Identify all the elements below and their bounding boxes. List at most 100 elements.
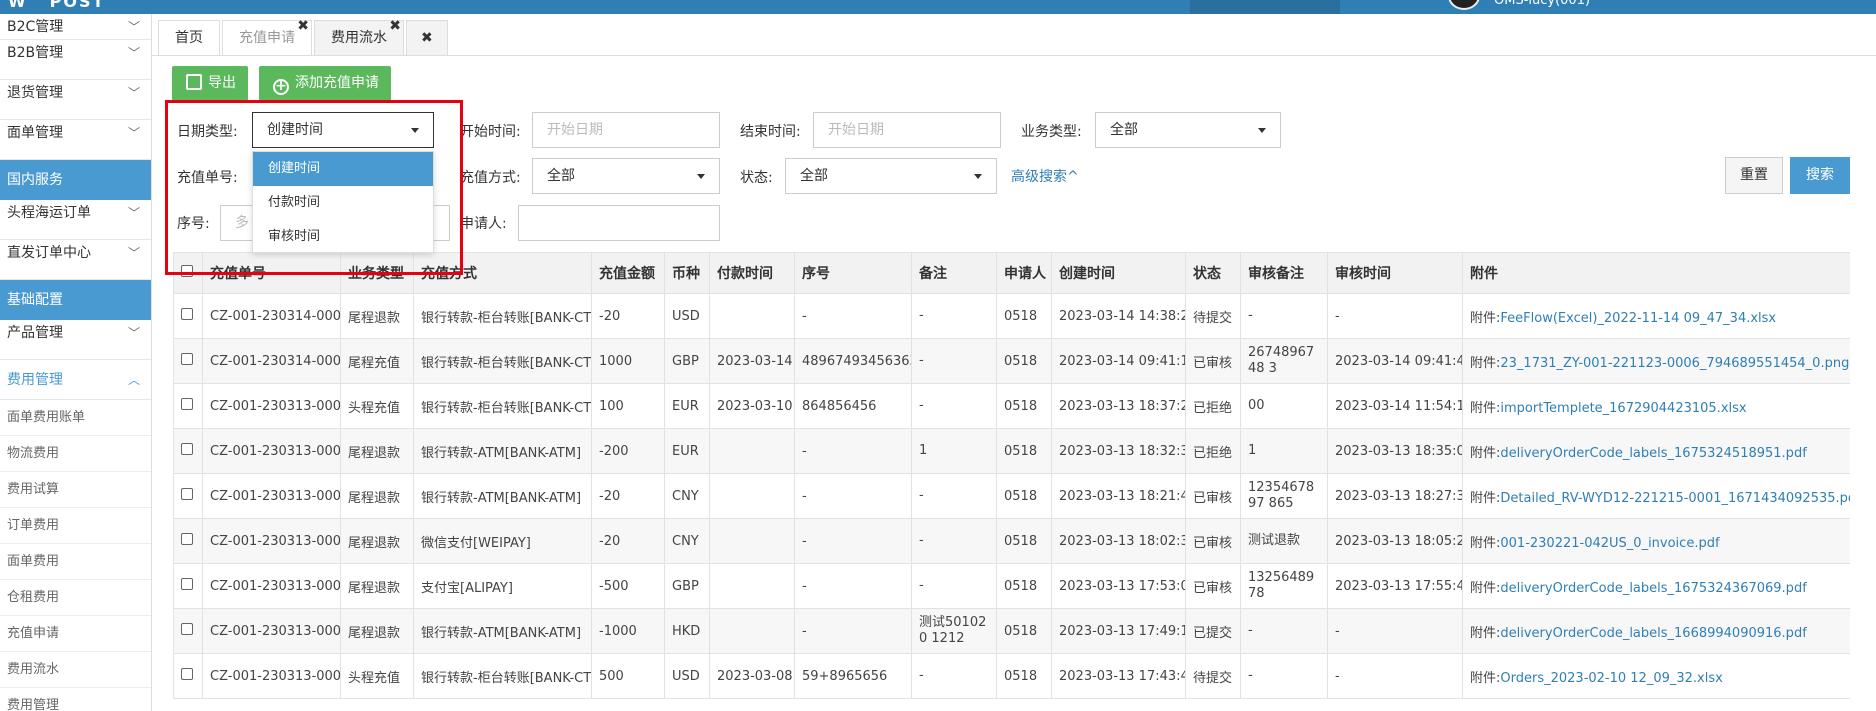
- attachment-link[interactable]: 23_1731_ZY-001-221123-0006_794689551454_…: [1500, 356, 1849, 371]
- attachment-link[interactable]: FeeFlow(Excel)_2022-11-14 09_47_34.xlsx: [1500, 311, 1776, 326]
- cell-applicant: 0518: [996, 428, 1052, 474]
- dropdown-option-paid[interactable]: 付款时间: [253, 186, 433, 220]
- row-select-cell[interactable]: [173, 518, 203, 564]
- row-select-cell[interactable]: [173, 653, 203, 699]
- table-row[interactable]: CZ-001-230313-0006 尾程退款 银行转款-ATM[BANK-ATM]…: [173, 473, 1850, 519]
- tab-home[interactable]: 首页: [158, 20, 220, 55]
- sidebar-sub-item[interactable]: 费用试算: [0, 472, 151, 508]
- add-recharge-button[interactable]: + 添加充值申请: [259, 66, 391, 101]
- caret-down-icon: [974, 174, 982, 179]
- column-header: 备注: [911, 252, 997, 294]
- row-checkbox[interactable]: [181, 623, 193, 635]
- row-checkbox[interactable]: [181, 668, 193, 680]
- sidebar-sub-item[interactable]: 物流费用: [0, 436, 151, 472]
- sidebar-item-b2c[interactable]: B2C管理 ﹀: [0, 14, 151, 40]
- row-checkbox[interactable]: [181, 398, 193, 410]
- end-date-input[interactable]: 开始日期: [813, 112, 1001, 148]
- sidebar-sub-item[interactable]: 费用管理: [0, 688, 151, 711]
- table-row[interactable]: CZ-001-230313-0008 头程充值 银行转款-柜台转账[BANK-CT]…: [173, 383, 1850, 429]
- dropdown-option-audited[interactable]: 审核时间: [253, 220, 433, 254]
- sidebar-section-domestic[interactable]: 国内服务: [0, 160, 151, 200]
- close-all-tabs-button[interactable]: ✖: [406, 20, 448, 55]
- row-select-cell[interactable]: [173, 293, 203, 339]
- user-name[interactable]: OMS-lucy(001): [1494, 0, 1590, 8]
- select-all-cell[interactable]: [173, 252, 203, 294]
- attachment-link[interactable]: 001-230221-042US_0_invoice.pdf: [1500, 536, 1719, 551]
- start-date-input[interactable]: 开始日期: [532, 112, 720, 148]
- close-icon[interactable]: ✖: [297, 9, 309, 44]
- sidebar-item-labels[interactable]: 面单管理 ﹀: [0, 120, 151, 160]
- cell-audit-remark: -: [1240, 653, 1328, 699]
- column-header: 状态: [1185, 252, 1241, 294]
- table-row[interactable]: CZ-001-230313-0004 尾程退款 支付宝[ALIPAY] -500 GBP…: [173, 563, 1850, 609]
- advanced-search-link[interactable]: 高级搜索^: [1011, 166, 1079, 186]
- method-select[interactable]: 全部: [532, 158, 720, 194]
- cell-seq: -: [794, 518, 912, 564]
- dropdown-option-created[interactable]: 创建时间: [253, 152, 433, 186]
- row-select-cell[interactable]: [173, 608, 203, 654]
- status-select[interactable]: 全部: [785, 158, 997, 194]
- content-divider: [152, 55, 1876, 56]
- search-button[interactable]: 搜索: [1790, 157, 1850, 194]
- sidebar-item-b2b[interactable]: B2B管理 ﹀: [0, 40, 151, 80]
- export-button[interactable]: 导出: [172, 66, 248, 101]
- attachment-link[interactable]: Orders_2023-02-10 12_09_32.xlsx: [1500, 671, 1722, 686]
- export-icon: [186, 74, 202, 90]
- row-checkbox[interactable]: [181, 353, 193, 365]
- row-select-cell[interactable]: [173, 428, 203, 474]
- sidebar-item-fees[interactable]: 费用管理 ︿: [0, 360, 151, 400]
- select-all-checkbox[interactable]: [181, 265, 193, 277]
- chevron-down-icon: ﹀: [127, 326, 140, 340]
- sidebar-section-config[interactable]: 基础配置: [0, 280, 151, 320]
- avatar[interactable]: [1448, 0, 1480, 10]
- attachment-link[interactable]: importTemplete_1672904423105.xlsx: [1500, 401, 1746, 416]
- plus-circle-icon: +: [273, 79, 289, 95]
- sidebar-sub-item[interactable]: 订单费用: [0, 508, 151, 544]
- table-row[interactable]: CZ-001-230313-0005 尾程退款 微信支付[WEIPAY] -20 CNY…: [173, 518, 1850, 564]
- row-checkbox[interactable]: [181, 308, 193, 320]
- sidebar-item-returns[interactable]: 退货管理 ﹀: [0, 80, 151, 120]
- top-nav-active-tab[interactable]: [1190, 0, 1340, 14]
- row-checkbox[interactable]: [181, 533, 193, 545]
- reset-button[interactable]: 重置: [1725, 157, 1783, 194]
- table-row[interactable]: CZ-001-230314-0002 尾程退款 银行转款-柜台转账[BANK-CT]…: [173, 293, 1850, 339]
- cell-audit-time: 2023-03-13 18:35:00: [1327, 428, 1463, 474]
- row-select-cell[interactable]: [173, 563, 203, 609]
- sidebar-sub-item[interactable]: 面单费用: [0, 544, 151, 580]
- table-row[interactable]: CZ-001-230314-0001 尾程充值 银行转款-柜台转账[BANK-CT]…: [173, 338, 1850, 384]
- attachment-link[interactable]: deliveryOrderCode_labels_1668994090916.p…: [1500, 626, 1806, 641]
- attachment-link[interactable]: deliveryOrderCode_labels_1675324518951.p…: [1500, 446, 1806, 461]
- sidebar-sub-item[interactable]: 充值申请: [0, 616, 151, 652]
- cell-currency: EUR: [664, 383, 710, 429]
- sidebar-item-direct-orders[interactable]: 直发订单中心 ﹀: [0, 240, 151, 280]
- tab-fee-flow[interactable]: 费用流水 ✖: [314, 18, 404, 55]
- applicant-label: 申请人:: [460, 216, 507, 232]
- row-checkbox[interactable]: [181, 578, 193, 590]
- sidebar-sub-item[interactable]: 仓租费用: [0, 580, 151, 616]
- sidebar-item-sea-orders[interactable]: 头程海运订单 ﹀: [0, 200, 151, 240]
- close-icon[interactable]: ✖: [389, 9, 401, 44]
- table-row[interactable]: CZ-001-230313-0002 头程充值 银行转款-柜台转账[BANK-CT]…: [173, 653, 1850, 699]
- cell-created: 2023-03-13 17:49:14: [1051, 608, 1186, 654]
- applicant-input[interactable]: [518, 205, 720, 241]
- table-row[interactable]: CZ-001-230313-0003 尾程退款 银行转款-ATM[BANK-ATM]…: [173, 608, 1850, 654]
- cell-method: 银行转款-柜台转账[BANK-CT]: [413, 338, 592, 384]
- row-select-cell[interactable]: [173, 383, 203, 429]
- tab-recharge[interactable]: 充值申请 ✖: [222, 18, 312, 55]
- date-type-select[interactable]: 创建时间: [252, 112, 434, 148]
- table-row[interactable]: CZ-001-230313-0007 尾程退款 银行转款-ATM[BANK-ATM]…: [173, 428, 1850, 474]
- attachment-link[interactable]: Detailed_RV-WYD12-221215-0001_1671434092…: [1500, 491, 1849, 506]
- sidebar-item-products[interactable]: 产品管理 ﹀: [0, 320, 151, 360]
- row-select-cell[interactable]: [173, 473, 203, 519]
- cell-audit-remark: 1235467897 865: [1240, 473, 1328, 519]
- row-select-cell[interactable]: [173, 338, 203, 384]
- biz-type-select[interactable]: 全部: [1095, 112, 1281, 148]
- cell-currency: GBP: [664, 563, 710, 609]
- sidebar-sub-item[interactable]: 费用流水: [0, 652, 151, 688]
- attachment-link[interactable]: deliveryOrderCode_labels_1675324367069.p…: [1500, 581, 1806, 596]
- cell-created: 2023-03-13 17:53:03: [1051, 563, 1186, 609]
- row-checkbox[interactable]: [181, 443, 193, 455]
- cell-biz: 尾程退款: [340, 293, 414, 339]
- sidebar-sub-item[interactable]: 面单费用账单: [0, 400, 151, 436]
- row-checkbox[interactable]: [181, 488, 193, 500]
